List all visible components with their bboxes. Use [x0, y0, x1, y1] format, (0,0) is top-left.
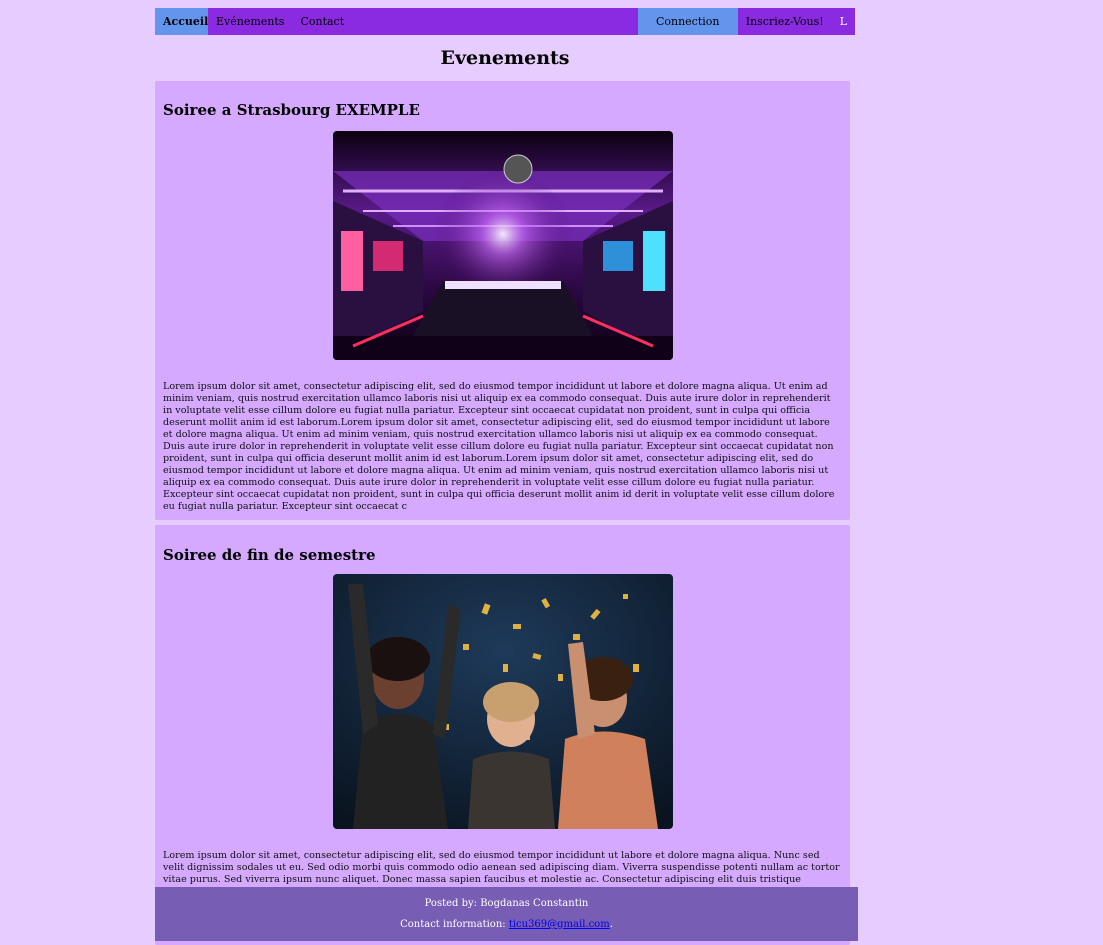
- nav-spacer: [352, 8, 638, 35]
- nav-extra-link[interactable]: L: [832, 8, 855, 35]
- nav-home-link[interactable]: Accueil: [155, 8, 208, 35]
- footer-email-suffix: .: [609, 919, 613, 930]
- footer-email-link[interactable]: ticu369@gmail.com: [509, 919, 610, 930]
- event-description: Lorem ipsum dolor sit amet, consectetur …: [163, 381, 835, 512]
- top-nav: Accueil Evénements Contact Connection In…: [155, 8, 855, 35]
- event-title: Soiree de fin de semestre: [163, 546, 376, 564]
- nav-events-link[interactable]: Evénements: [208, 8, 292, 35]
- event-card: Soiree de fin de semestre Lorem ipsum do…: [155, 525, 850, 945]
- footer-contact: Contact information: ticu369@gmail.com.: [155, 919, 858, 930]
- nav-login-link[interactable]: Connection: [637, 8, 738, 35]
- page-title: Evenements: [440, 47, 570, 69]
- event-card: Soiree a Strasbourg EXEMPLE Lorem ipsum …: [155, 81, 850, 520]
- footer-contact-label: Contact information:: [400, 919, 509, 930]
- page-footer: Posted by: Bogdanas Constantin Contact i…: [155, 887, 858, 941]
- footer-posted-by: Posted by: Bogdanas Constantin: [424, 898, 589, 909]
- nightclub-photo: [333, 131, 673, 360]
- event-title: Soiree a Strasbourg EXEMPLE: [163, 101, 420, 119]
- party-confetti-photo: [333, 574, 673, 829]
- nav-signup-link[interactable]: Inscriez-Vous!: [738, 8, 832, 35]
- page-wrapper: Accueil Evénements Contact Connection In…: [155, 8, 855, 945]
- nav-contact-link[interactable]: Contact: [292, 8, 352, 35]
